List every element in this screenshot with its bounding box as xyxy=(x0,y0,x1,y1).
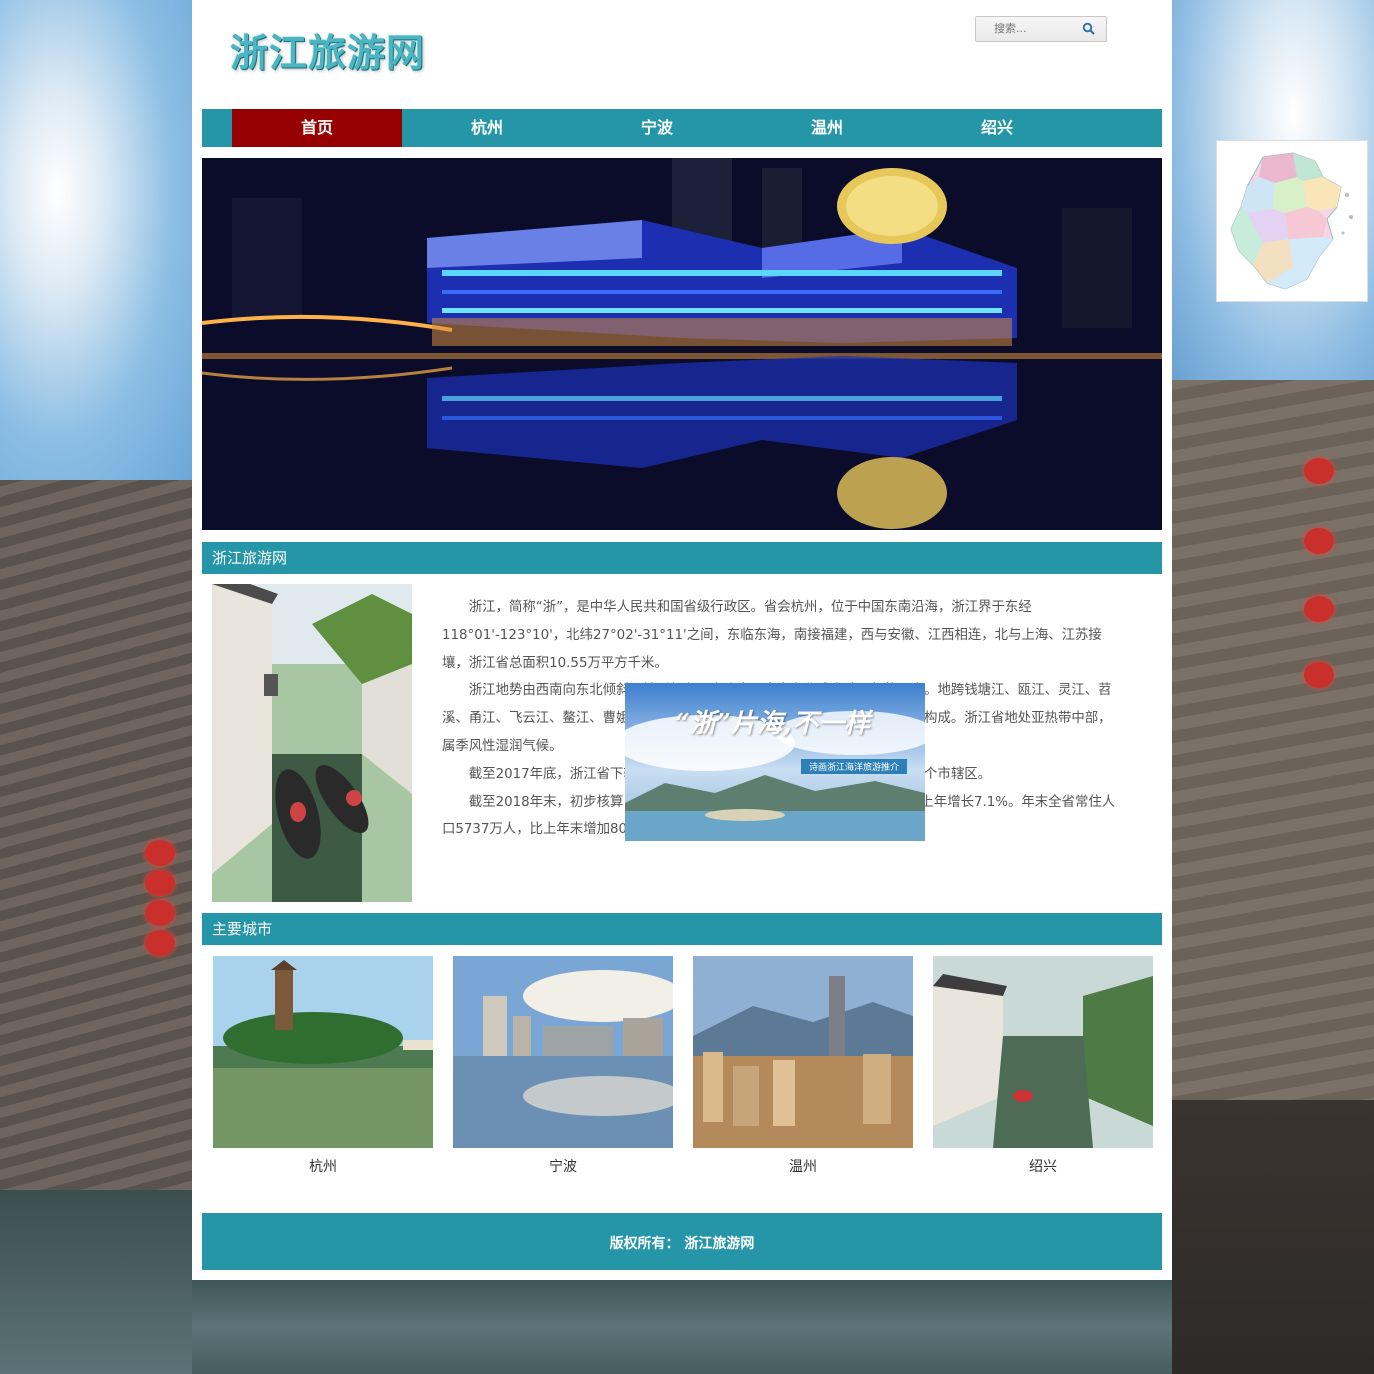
nav-item-shaoxing[interactable]: 绍兴 xyxy=(912,109,1082,147)
ad-headline: “浙”片海,不一样 xyxy=(675,709,870,739)
lantern-decoration xyxy=(145,930,175,956)
search-input[interactable] xyxy=(980,19,1090,37)
zhejiang-map-image xyxy=(1230,152,1353,290)
intro-paragraph: 浙江，简称“浙”，是中华人民共和国省级行政区。省会杭州，位于中国东南沿海，浙江界… xyxy=(442,600,1102,671)
cities-section-title: 主要城市 xyxy=(202,913,1162,945)
city-card-shaoxing[interactable]: 绍兴 xyxy=(933,956,1153,1176)
hero-banner-image xyxy=(202,158,1162,530)
lantern-decoration xyxy=(145,900,175,926)
city-card-ningbo[interactable]: 宁波 xyxy=(453,956,673,1176)
city-name: 绍兴 xyxy=(1029,1159,1057,1175)
site-footer: 版权所有： 浙江旅游网 xyxy=(202,1213,1162,1270)
lantern-decoration xyxy=(1304,662,1334,688)
province-map-widget[interactable] xyxy=(1216,140,1368,302)
nav-item-hangzhou[interactable]: 杭州 xyxy=(402,109,572,147)
city-card-wenzhou[interactable]: 温州 xyxy=(693,956,913,1176)
lantern-decoration xyxy=(1304,528,1334,554)
search-box xyxy=(975,16,1107,42)
main-nav: 首页 杭州 宁波 温州 绍兴 xyxy=(202,109,1162,147)
city-name: 宁波 xyxy=(549,1159,577,1175)
city-card-hangzhou[interactable]: 杭州 xyxy=(213,956,433,1176)
city-name: 杭州 xyxy=(309,1159,337,1175)
shaoxing-photo xyxy=(933,956,1153,1148)
background-left-scenery xyxy=(0,0,192,1374)
intro-section-title: 浙江旅游网 xyxy=(202,542,1162,574)
nav-item-home[interactable]: 首页 xyxy=(232,109,402,147)
nav-item-ningbo[interactable]: 宁波 xyxy=(572,109,742,147)
lantern-decoration xyxy=(1304,458,1334,484)
hangzhou-photo xyxy=(213,956,433,1148)
city-name: 温州 xyxy=(789,1159,817,1175)
background-water xyxy=(192,1280,1172,1374)
lantern-decoration xyxy=(1304,596,1334,622)
nav-item-wenzhou[interactable]: 温州 xyxy=(742,109,912,147)
water-town-photo xyxy=(212,584,412,902)
ningbo-photo xyxy=(453,956,673,1148)
wenzhou-photo xyxy=(693,956,913,1148)
ad-subtitle: 诗画浙江海洋旅游推介 xyxy=(801,759,908,774)
floating-ad-banner[interactable]: “浙”片海,不一样 诗画浙江海洋旅游推介 xyxy=(625,683,925,841)
main-page-container: 浙江旅游网 首页 杭州 宁波 温州 绍兴 xyxy=(192,0,1172,1280)
lantern-decoration xyxy=(145,840,175,866)
lantern-decoration xyxy=(145,870,175,896)
site-logo[interactable]: 浙江旅游网 xyxy=(230,22,425,77)
search-icon[interactable] xyxy=(1082,22,1096,36)
